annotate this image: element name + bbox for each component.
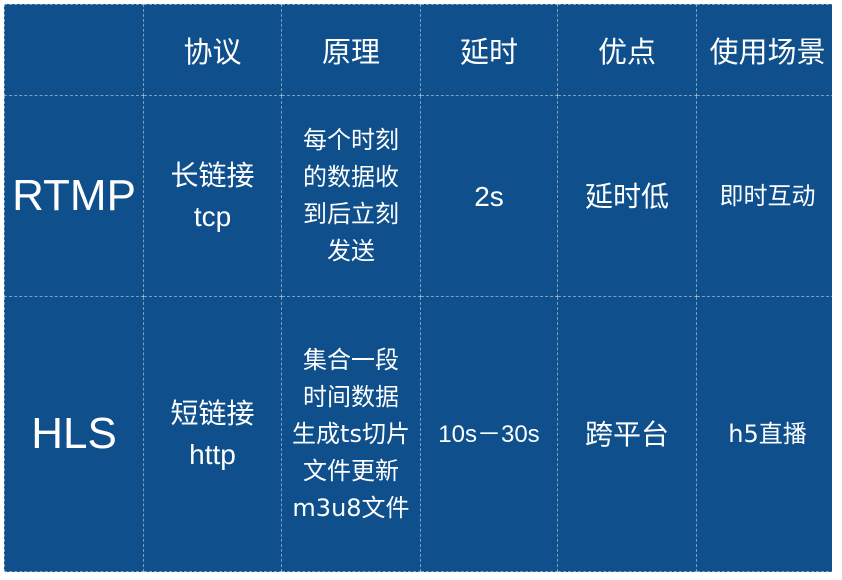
row-name-rtmp: RTMP <box>4 95 144 297</box>
rtmp-principle-line-1: 每个时刻 <box>303 126 399 154</box>
rtmp-advantage-cell: 延时低 <box>557 95 697 297</box>
rtmp-use-case-cell: 即时互动 <box>696 95 839 297</box>
hls-principle-cell: 集合一段 时间数据 生成ts切片 文件更新 m3u8文件 <box>281 296 421 572</box>
comparison-table-container: 协议 原理 延时 优点 使用场景 RTMP 长链接 tcp 每个时刻 的数据收 … <box>4 4 839 572</box>
header-latency: 延时 <box>420 4 558 96</box>
hls-protocol-cell: 短链接 http <box>143 296 282 572</box>
rtmp-principle-line-2: 的数据收 <box>303 163 399 191</box>
hls-use-case-cell: h5直播 <box>696 296 839 572</box>
hls-principle-line-2: 时间数据 <box>303 382 399 411</box>
header-use-case: 使用场景 <box>696 4 839 96</box>
header-corner-cell <box>4 4 144 96</box>
hls-principle-line-4: 文件更新 <box>303 456 399 485</box>
hls-advantage-cell: 跨平台 <box>557 296 697 572</box>
rtmp-protocol-line-1: 长链接 <box>170 160 255 191</box>
table-row-rtmp: RTMP 长链接 tcp 每个时刻 的数据收 到后立刻 发送 2s 延时低 即时… <box>4 95 839 297</box>
hls-protocol-line-2: http <box>189 439 236 470</box>
rtmp-protocol-cell: 长链接 tcp <box>143 95 282 297</box>
table-row-hls: HLS 短链接 http 集合一段 时间数据 生成ts切片 文件更新 m3u8文… <box>4 296 839 572</box>
header-row: 协议 原理 延时 优点 使用场景 <box>4 4 839 96</box>
hls-principle-line-5: m3u8文件 <box>292 493 410 522</box>
hls-principle-line-1: 集合一段 <box>303 345 399 374</box>
rtmp-principle-line-4: 发送 <box>327 237 375 265</box>
header-advantage: 优点 <box>557 4 697 96</box>
protocol-comparison-table: 协议 原理 延时 优点 使用场景 RTMP 长链接 tcp 每个时刻 的数据收 … <box>4 4 839 572</box>
rtmp-principle-line-3: 到后立刻 <box>303 200 399 228</box>
row-name-hls: HLS <box>4 296 144 572</box>
hls-protocol-line-1: 短链接 <box>170 398 255 429</box>
hls-latency-cell: 10s－30s <box>420 296 558 572</box>
rtmp-latency-cell: 2s <box>420 95 558 297</box>
rtmp-principle-cell: 每个时刻 的数据收 到后立刻 发送 <box>281 95 421 297</box>
hls-principle-line-3: 生成ts切片 <box>292 419 410 448</box>
header-principle: 原理 <box>281 4 421 96</box>
header-protocol: 协议 <box>143 4 282 96</box>
rtmp-protocol-line-2: tcp <box>193 201 232 232</box>
